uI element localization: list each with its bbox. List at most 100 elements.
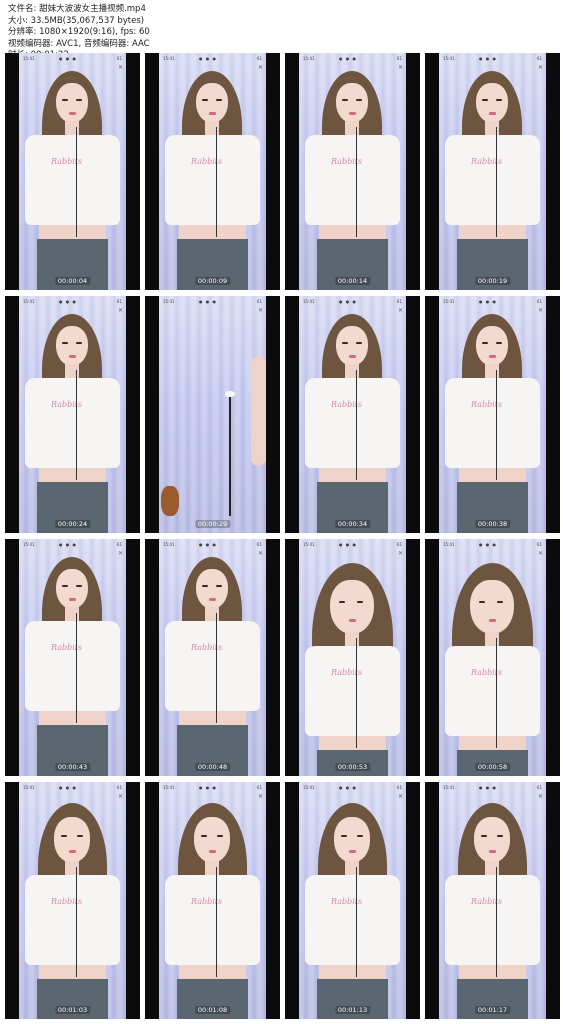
earphone-cable [356,866,357,977]
shirt-print: Rabbits [191,896,223,906]
battery-level: 61 [396,542,402,547]
frame-scene: 15:41 ● ● ● 61 ✕ Rabbits [159,782,266,1019]
close-icon: ✕ [537,793,543,800]
waist [39,225,106,239]
video-frame-thumbnail: 15:41 ● ● ● 61 ✕ Rabbits 00:01:03 [5,782,140,1019]
earphone-cable [496,127,497,237]
waist [319,735,386,750]
frame-scene: 15:41 ● ● ● 61 ✕ Rabbits [439,539,546,776]
white-t-shirt [165,874,260,965]
white-t-shirt [305,378,400,468]
right-eye [357,601,364,604]
white-t-shirt [445,378,540,468]
status-icons: ● ● ● [339,785,358,790]
battery-level: 61 [536,299,542,304]
frame-timestamp: 00:01:13 [334,1006,371,1014]
face [193,816,231,863]
left-eye [60,834,67,837]
right-eye [496,342,502,344]
earphone-cable [216,613,217,723]
shirt-print: Rabbits [331,157,363,166]
face [333,816,371,863]
earphone-cable [76,370,77,480]
face [56,569,88,609]
video-frame-thumbnail: 15:41 ● ● ● 61 ✕ Rabbits 00:00:48 [145,539,280,776]
status-time: 15:41 [23,299,35,304]
lips [488,849,496,853]
left-eye [342,342,348,344]
battery-level: 61 [116,785,122,790]
right-eye [76,99,82,101]
status-icons: ● ● ● [339,56,358,61]
frame-timestamp: 00:00:24 [54,520,91,528]
right-eye [496,99,502,101]
waist [459,964,526,979]
lips [208,112,216,115]
right-eye [216,585,222,587]
shirt-print: Rabbits [471,896,503,906]
status-time: 15:41 [303,785,315,790]
frame-scene: 15:41 ● ● ● 61 ✕ Rabbits [439,296,546,533]
waist [39,711,106,725]
shirt-print: Rabbits [471,400,503,409]
white-t-shirt [445,874,540,965]
status-icons: ● ● ● [59,299,78,304]
status-bar: 15:41 ● ● ● 61 [161,299,264,305]
video-frame-thumbnail: 15:41 ● ● ● 61 ✕ Rabbits 00:00:14 [285,53,420,290]
lips [488,618,496,622]
face [473,816,511,863]
face [56,326,88,366]
earphone-cable [356,370,357,480]
close-icon: ✕ [397,550,403,557]
waist [39,964,106,979]
battery-level: 61 [256,785,262,790]
close-icon: ✕ [397,307,403,314]
face [336,326,368,366]
close-icon: ✕ [117,307,123,314]
close-icon: ✕ [117,550,123,557]
frame-scene: 15:41 ● ● ● 61 ✕ Rabbits [19,782,126,1019]
status-time: 15:41 [443,56,455,61]
battery-level: 61 [536,785,542,790]
status-icons: ● ● ● [339,299,358,304]
white-t-shirt [165,621,260,711]
battery-level: 61 [256,56,262,61]
right-eye [76,342,82,344]
frame-scene: 15:41 ● ● ● 61 ✕ Rabbits [19,296,126,533]
earphone-cable [356,637,357,748]
status-icons: ● ● ● [479,785,498,790]
status-bar: 15:41 ● ● ● 61 [21,785,124,791]
status-bar: 15:41 ● ● ● 61 [301,56,404,62]
status-time: 15:41 [23,785,35,790]
status-bar: 15:41 ● ● ● 61 [21,542,124,548]
lips [348,355,356,358]
video-frame-thumbnail: 15:41 ● ● ● 61 ✕ Rabbits 00:01:08 [145,782,280,1019]
earphone-cable [496,637,497,748]
close-icon: ✕ [257,550,263,557]
battery-level: 61 [256,299,262,304]
video-frame-thumbnail: 15:41 ● ● ● 61 ✕ Rabbits 00:00:19 [425,53,560,290]
lips [68,112,76,115]
waist [179,225,246,239]
face [476,83,508,123]
status-bar: 15:41 ● ● ● 61 [441,299,544,305]
earphone-cable [216,127,217,237]
guitar [161,486,179,516]
status-time: 15:41 [23,56,35,61]
waist [459,225,526,239]
battery-level: 61 [396,56,402,61]
frame-timestamp: 00:01:03 [54,1006,91,1014]
white-t-shirt [305,645,400,736]
video-frame-thumbnail: 15:41 ● ● ● 61 ✕ Rabbits 00:00:04 [5,53,140,290]
status-bar: 15:41 ● ● ● 61 [301,785,404,791]
face [476,326,508,366]
face [196,83,228,123]
light-stand [229,396,231,516]
face [336,83,368,123]
resolution-line: 分辨率: 1080×1920(9:16), fps: 60 [8,27,150,37]
lips [488,112,496,115]
status-icons: ● ● ● [59,542,78,547]
shirt-print: Rabbits [471,157,503,166]
status-time: 15:41 [163,299,175,304]
shirt-print: Rabbits [331,400,363,409]
